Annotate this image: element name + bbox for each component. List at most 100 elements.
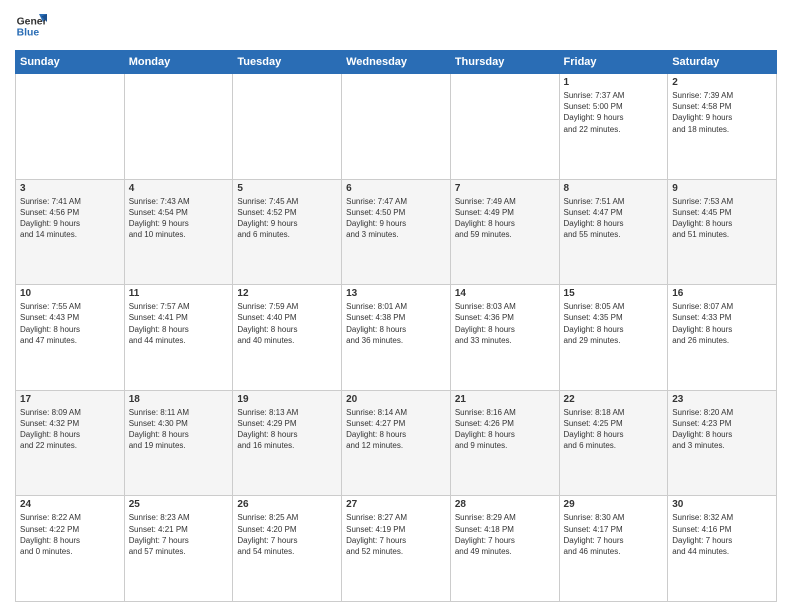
calendar-cell: 7 Sunrise: 7:49 AM Sunset: 4:49 PM Daylig…	[450, 179, 559, 285]
weekday-header-saturday: Saturday	[668, 51, 777, 74]
day-number: 26	[237, 499, 337, 510]
day-info: Sunrise: 8:13 AM Sunset: 4:29 PM Dayligh…	[237, 407, 337, 452]
calendar-cell: 12 Sunrise: 7:59 AM Sunset: 4:40 PM Dayli…	[233, 285, 342, 391]
calendar-cell: 16 Sunrise: 8:07 AM Sunset: 4:33 PM Dayli…	[668, 285, 777, 391]
day-info: Sunrise: 8:01 AM Sunset: 4:38 PM Dayligh…	[346, 301, 446, 346]
day-info: Sunrise: 7:59 AM Sunset: 4:40 PM Dayligh…	[237, 301, 337, 346]
day-info: Sunrise: 8:22 AM Sunset: 4:22 PM Dayligh…	[20, 512, 120, 557]
calendar-cell: 23 Sunrise: 8:20 AM Sunset: 4:23 PM Dayli…	[668, 390, 777, 496]
day-number: 16	[672, 288, 772, 299]
calendar-week-1: 1 Sunrise: 7:37 AM Sunset: 5:00 PM Daylig…	[16, 74, 777, 180]
calendar-cell: 10 Sunrise: 7:55 AM Sunset: 4:43 PM Dayli…	[16, 285, 125, 391]
weekday-header-tuesday: Tuesday	[233, 51, 342, 74]
calendar-cell: 6 Sunrise: 7:47 AM Sunset: 4:50 PM Daylig…	[342, 179, 451, 285]
calendar-cell: 2 Sunrise: 7:39 AM Sunset: 4:58 PM Daylig…	[668, 74, 777, 180]
day-info: Sunrise: 8:30 AM Sunset: 4:17 PM Dayligh…	[564, 512, 664, 557]
day-info: Sunrise: 7:39 AM Sunset: 4:58 PM Dayligh…	[672, 90, 772, 135]
day-number: 4	[129, 183, 229, 194]
calendar-week-4: 17Sunrise: 8:09 AM Sunset: 4:32 PM Dayli…	[16, 390, 777, 496]
calendar-cell	[450, 74, 559, 180]
weekday-header-wednesday: Wednesday	[342, 51, 451, 74]
calendar-cell: 20 Sunrise: 8:14 AM Sunset: 4:27 PM Dayli…	[342, 390, 451, 496]
calendar-cell: 27 Sunrise: 8:27 AM Sunset: 4:19 PM Dayli…	[342, 496, 451, 602]
day-number: 6	[346, 183, 446, 194]
calendar-cell	[233, 74, 342, 180]
day-info: Sunrise: 8:20 AM Sunset: 4:23 PM Dayligh…	[672, 407, 772, 452]
day-number: 3	[20, 183, 120, 194]
header: General Blue	[15, 10, 777, 42]
day-info: Sunrise: 8:25 AM Sunset: 4:20 PM Dayligh…	[237, 512, 337, 557]
calendar-cell: 13Sunrise: 8:01 AM Sunset: 4:38 PM Dayli…	[342, 285, 451, 391]
calendar-cell: 25Sunrise: 8:23 AM Sunset: 4:21 PM Dayli…	[124, 496, 233, 602]
day-info: Sunrise: 8:03 AM Sunset: 4:36 PM Dayligh…	[455, 301, 555, 346]
calendar-cell: 8 Sunrise: 7:51 AM Sunset: 4:47 PM Daylig…	[559, 179, 668, 285]
day-info: Sunrise: 7:47 AM Sunset: 4:50 PM Dayligh…	[346, 196, 446, 241]
calendar-cell: 9Sunrise: 7:53 AM Sunset: 4:45 PM Daylig…	[668, 179, 777, 285]
day-info: Sunrise: 8:07 AM Sunset: 4:33 PM Dayligh…	[672, 301, 772, 346]
day-number: 24	[20, 499, 120, 510]
day-number: 30	[672, 499, 772, 510]
calendar-week-3: 10 Sunrise: 7:55 AM Sunset: 4:43 PM Dayli…	[16, 285, 777, 391]
calendar-table: SundayMondayTuesdayWednesdayThursdayFrid…	[15, 50, 777, 602]
calendar-cell: 22Sunrise: 8:18 AM Sunset: 4:25 PM Dayli…	[559, 390, 668, 496]
logo-icon: General Blue	[15, 10, 47, 42]
calendar-cell: 4 Sunrise: 7:43 AM Sunset: 4:54 PM Daylig…	[124, 179, 233, 285]
day-info: Sunrise: 8:27 AM Sunset: 4:19 PM Dayligh…	[346, 512, 446, 557]
day-number: 18	[129, 394, 229, 405]
calendar-cell	[342, 74, 451, 180]
day-number: 19	[237, 394, 337, 405]
day-number: 11	[129, 288, 229, 299]
calendar-cell	[16, 74, 125, 180]
calendar-cell: 3 Sunrise: 7:41 AM Sunset: 4:56 PM Daylig…	[16, 179, 125, 285]
day-number: 27	[346, 499, 446, 510]
day-number: 12	[237, 288, 337, 299]
calendar-cell: 15Sunrise: 8:05 AM Sunset: 4:35 PM Dayli…	[559, 285, 668, 391]
calendar-cell: 14 Sunrise: 8:03 AM Sunset: 4:36 PM Dayli…	[450, 285, 559, 391]
day-info: Sunrise: 7:49 AM Sunset: 4:49 PM Dayligh…	[455, 196, 555, 241]
weekday-header-sunday: Sunday	[16, 51, 125, 74]
day-number: 21	[455, 394, 555, 405]
day-number: 8	[564, 183, 664, 194]
day-number: 5	[237, 183, 337, 194]
day-info: Sunrise: 8:05 AM Sunset: 4:35 PM Dayligh…	[564, 301, 664, 346]
day-number: 10	[20, 288, 120, 299]
day-info: Sunrise: 7:43 AM Sunset: 4:54 PM Dayligh…	[129, 196, 229, 241]
weekday-header-thursday: Thursday	[450, 51, 559, 74]
logo: General Blue	[15, 10, 47, 42]
calendar-cell	[124, 74, 233, 180]
day-info: Sunrise: 7:41 AM Sunset: 4:56 PM Dayligh…	[20, 196, 120, 241]
calendar-cell: 30 Sunrise: 8:32 AM Sunset: 4:16 PM Dayli…	[668, 496, 777, 602]
svg-text:Blue: Blue	[17, 28, 40, 39]
day-number: 25	[129, 499, 229, 510]
day-info: Sunrise: 8:11 AM Sunset: 4:30 PM Dayligh…	[129, 407, 229, 452]
day-info: Sunrise: 7:57 AM Sunset: 4:41 PM Dayligh…	[129, 301, 229, 346]
day-info: Sunrise: 7:55 AM Sunset: 4:43 PM Dayligh…	[20, 301, 120, 346]
calendar-week-5: 24 Sunrise: 8:22 AM Sunset: 4:22 PM Dayli…	[16, 496, 777, 602]
calendar-cell: 26 Sunrise: 8:25 AM Sunset: 4:20 PM Dayli…	[233, 496, 342, 602]
day-number: 1	[564, 77, 664, 88]
day-info: Sunrise: 7:37 AM Sunset: 5:00 PM Dayligh…	[564, 90, 664, 135]
calendar-cell: 21Sunrise: 8:16 AM Sunset: 4:26 PM Dayli…	[450, 390, 559, 496]
day-number: 20	[346, 394, 446, 405]
calendar-cell: 5Sunrise: 7:45 AM Sunset: 4:52 PM Daylig…	[233, 179, 342, 285]
day-number: 7	[455, 183, 555, 194]
calendar-cell: 29 Sunrise: 8:30 AM Sunset: 4:17 PM Dayli…	[559, 496, 668, 602]
day-info: Sunrise: 8:14 AM Sunset: 4:27 PM Dayligh…	[346, 407, 446, 452]
day-number: 23	[672, 394, 772, 405]
calendar-cell: 18 Sunrise: 8:11 AM Sunset: 4:30 PM Dayli…	[124, 390, 233, 496]
day-number: 29	[564, 499, 664, 510]
weekday-header-row: SundayMondayTuesdayWednesdayThursdayFrid…	[16, 51, 777, 74]
day-number: 28	[455, 499, 555, 510]
calendar-cell: 24 Sunrise: 8:22 AM Sunset: 4:22 PM Dayli…	[16, 496, 125, 602]
day-number: 2	[672, 77, 772, 88]
calendar-cell: 1 Sunrise: 7:37 AM Sunset: 5:00 PM Daylig…	[559, 74, 668, 180]
day-info: Sunrise: 8:32 AM Sunset: 4:16 PM Dayligh…	[672, 512, 772, 557]
day-number: 14	[455, 288, 555, 299]
calendar-week-2: 3 Sunrise: 7:41 AM Sunset: 4:56 PM Daylig…	[16, 179, 777, 285]
day-info: Sunrise: 7:51 AM Sunset: 4:47 PM Dayligh…	[564, 196, 664, 241]
day-info: Sunrise: 8:29 AM Sunset: 4:18 PM Dayligh…	[455, 512, 555, 557]
day-number: 17	[20, 394, 120, 405]
weekday-header-friday: Friday	[559, 51, 668, 74]
day-info: Sunrise: 8:18 AM Sunset: 4:25 PM Dayligh…	[564, 407, 664, 452]
day-info: Sunrise: 7:53 AM Sunset: 4:45 PM Dayligh…	[672, 196, 772, 241]
